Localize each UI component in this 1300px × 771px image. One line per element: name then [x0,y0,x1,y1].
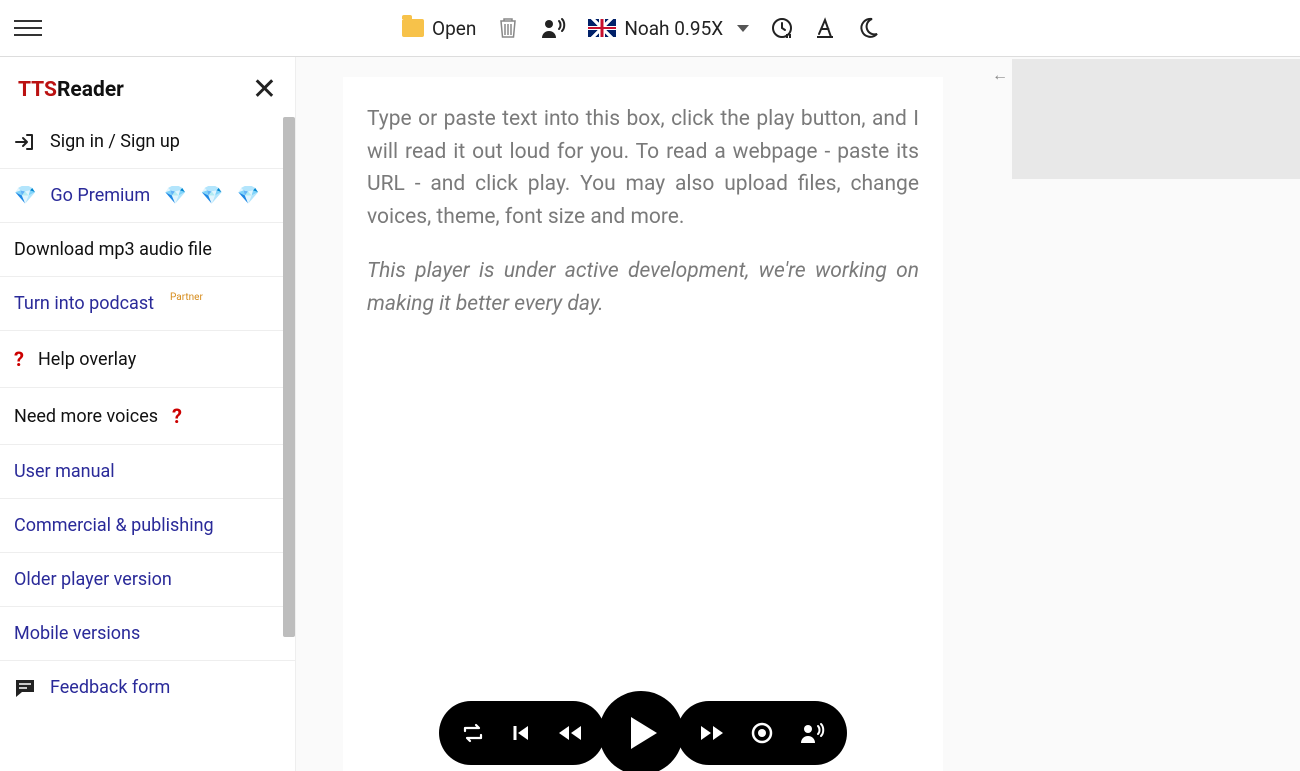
player-bar [439,701,847,765]
sidebar-scrollbar[interactable] [283,117,295,637]
sidebar-item-premium[interactable]: 💎 Go Premium 💎 💎 💎 [0,169,295,223]
sidebar-item-label: User manual [14,461,115,482]
sidebar-item-older[interactable]: Older player version [0,553,295,607]
signin-icon [14,132,36,152]
sidebar-item-label: Commercial & publishing [14,515,214,536]
sidebar-item-commercial[interactable]: Commercial & publishing [0,499,295,553]
play-button[interactable] [599,691,683,771]
voice-output-icon[interactable] [799,722,825,744]
sidebar-item-label: Turn into podcast [14,293,154,314]
trash-icon[interactable] [498,17,518,39]
question-icon: ? [14,347,24,371]
rewind-icon[interactable] [557,724,583,742]
record-icon[interactable] [751,722,773,744]
chevron-down-icon [737,25,749,32]
app-logo: TTSReader [18,78,124,102]
repeat-icon[interactable] [461,723,485,743]
open-button[interactable]: Open [402,17,476,40]
forward-icon[interactable] [699,724,725,742]
voice-selector[interactable]: Noah 0.95X [588,17,749,40]
sidebar-item-download[interactable]: Download mp3 audio file [0,223,295,277]
partner-badge: Partner [170,292,203,303]
sidebar-item-help[interactable]: ? Help overlay [0,331,295,388]
top-toolbar: Open Noah 0.95X [0,0,1300,57]
sidebar: TTSReader ✕ Sign in / Sign up 💎 Go Premi… [0,57,296,771]
sidebar-item-label: Feedback form [50,677,170,698]
editor-placeholder: Type or paste text into this box, click … [367,103,919,320]
gem-icon: 💎 [237,185,259,206]
folder-icon [402,19,424,37]
sidebar-item-podcast[interactable]: Turn into podcast Partner [0,277,295,331]
voice-label: Noah 0.95X [624,17,723,40]
sleep-timer-icon[interactable] [771,17,793,39]
chat-icon [14,678,36,698]
collapse-right-panel-icon[interactable]: ← [992,65,1008,85]
right-panel: ← [990,57,1300,771]
sidebar-item-label: Mobile versions [14,623,140,644]
sidebar-item-manual[interactable]: User manual [0,445,295,499]
sidebar-item-feedback[interactable]: Feedback form [0,661,295,714]
sidebar-item-label: Need more voices [14,406,158,427]
font-icon[interactable] [815,17,835,39]
gem-icon: 💎 [164,185,186,206]
sidebar-item-label: Older player version [14,569,172,590]
play-icon [631,717,657,749]
ad-placeholder [1012,59,1300,179]
uk-flag-icon [588,19,616,37]
skip-back-icon[interactable] [511,723,531,743]
sidebar-item-label: Sign in / Sign up [50,131,180,152]
sidebar-item-label: Go Premium [50,185,150,206]
close-sidebar-icon[interactable]: ✕ [252,75,277,105]
question-icon: ? [172,404,182,428]
dark-mode-icon[interactable] [857,17,879,39]
sidebar-item-label: Help overlay [38,349,136,370]
text-input-box[interactable]: Type or paste text into this box, click … [343,77,943,771]
sidebar-item-label: Download mp3 audio file [14,239,212,260]
sidebar-item-signin[interactable]: Sign in / Sign up [0,115,295,169]
open-label: Open [432,17,476,40]
gem-icon: 💎 [14,185,36,206]
sidebar-item-mobile[interactable]: Mobile versions [0,607,295,661]
editor-area: Type or paste text into this box, click … [296,57,990,771]
gem-icon: 💎 [201,185,223,206]
sidebar-item-voices[interactable]: Need more voices ? [0,388,295,445]
narrator-icon[interactable] [540,17,566,39]
hamburger-menu-icon[interactable] [14,14,42,42]
